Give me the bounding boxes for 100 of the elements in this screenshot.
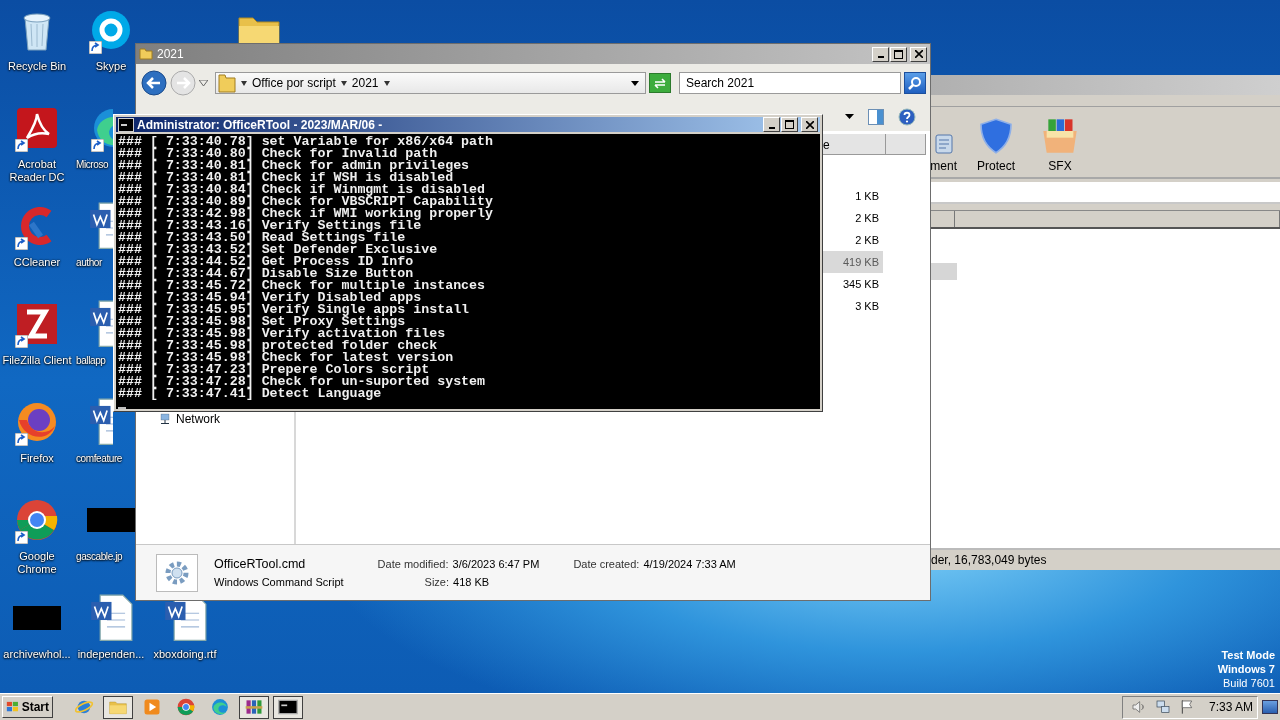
minimize-icon (768, 126, 775, 129)
browser-icon (176, 697, 196, 717)
console-line: ### [ 7:33:40.84] Check if Winmgmt is disabled (118, 184, 486, 196)
preview-pane-icon[interactable] (868, 108, 884, 125)
console-line: ### [ 7:33:43.50] Read Settings file (118, 232, 406, 244)
file-size[interactable]: 2 KB (823, 207, 883, 229)
property-label: Size: (424, 575, 450, 588)
search-button[interactable] (904, 72, 926, 94)
caret-icon[interactable] (383, 80, 390, 86)
minimize-button[interactable] (763, 117, 780, 132)
file-size[interactable]: 419 KB (823, 251, 883, 273)
console-line: ### [ 7:33:45.94] Verify Disabled apps (118, 292, 422, 304)
desktop-icon-label[interactable]: Acrobat Reader DC (1, 158, 73, 184)
close-icon (914, 50, 923, 58)
property-value: 418 KB (453, 575, 490, 588)
desktop-icon-label[interactable]: ballapp (74, 354, 106, 367)
console-line: ### [ 7:33:43.52] Set Defender Exclusive (118, 244, 439, 256)
file-size[interactable]: 3 KB (823, 295, 883, 317)
property-label: Date modified: (377, 557, 449, 570)
desktop-icon-label[interactable]: comfeature (74, 452, 123, 465)
maximize-icon (785, 120, 794, 129)
archive-icon (244, 697, 264, 717)
property-value: 4/19/2024 7:33 AM (643, 557, 736, 570)
breadcrumb-item[interactable]: 2021 (351, 76, 379, 90)
toolbar-button[interactable]: SFX (1035, 116, 1085, 173)
close-button[interactable] (910, 46, 927, 62)
show-desktop-button[interactable] (1262, 700, 1278, 714)
desktop-icon-label[interactable]: Firefox (20, 452, 54, 465)
browser-icon (210, 697, 230, 717)
file-size[interactable]: 345 KB (823, 273, 883, 295)
refresh-button[interactable] (649, 73, 671, 93)
console-line: ### [ 7:33:40.89] Check for VBSCRIPT Capability (118, 196, 495, 208)
maximize-button[interactable] (890, 46, 907, 62)
console-line: ### [ 7:33:45.98] Check for latest version (118, 352, 455, 364)
desktop-icon-label[interactable]: FileZilla Client (2, 354, 72, 367)
clock[interactable]: 7:33 AM (1208, 700, 1253, 714)
column-header[interactable]: e (822, 134, 886, 155)
file-size[interactable]: 1 KB (823, 185, 883, 207)
maximize-button[interactable] (781, 117, 798, 132)
console-line: ### [ 7:33:47.41] Detect Language (118, 388, 382, 400)
desktop-icon-label[interactable]: Recycle Bin (7, 60, 67, 73)
folder-icon (218, 73, 236, 93)
desktop-icon-label[interactable]: Google Chrome (1, 550, 73, 576)
minimize-icon (877, 56, 884, 58)
address-bar[interactable]: Office por script 2021 (215, 72, 646, 94)
os-notice-text: Build 7601 (1223, 676, 1275, 690)
toolbar-button[interactable]: ment (931, 132, 957, 173)
maximize-icon (894, 49, 903, 59)
desktop-icon-label[interactable]: archivewhol... (3, 648, 71, 661)
speaker-icon (1130, 699, 1147, 715)
file-size[interactable]: 2 KB (823, 229, 883, 251)
taskbar-app-button[interactable] (103, 695, 133, 719)
taskbar-app-button[interactable] (273, 695, 303, 719)
desktop-icon-label[interactable]: Skype (95, 60, 127, 73)
console-line: ### [ 7:33:45.98] Verify activation files (118, 328, 447, 340)
minimize-button[interactable] (872, 46, 889, 62)
start-button[interactable]: Start (2, 696, 53, 718)
console-line: ### [ 7:33:40.80] Check for Invalid path (118, 148, 438, 160)
file-type: Windows Command Script (214, 575, 344, 588)
desktop-icon-label[interactable]: author (74, 256, 102, 269)
breadcrumb-item[interactable]: Office por script (252, 76, 336, 90)
desktop-icon-label[interactable]: xboxdoing.rtf (153, 648, 217, 661)
console-line: ### [ 7:33:47.23] Prepere Colors script (118, 364, 431, 376)
console-line: ### [ 7:33:45.72] Check for multiple instances (118, 280, 487, 292)
console-line: ### [ 7:33:42.98] Check if WMI working properly (118, 208, 495, 220)
refresh-icon (653, 77, 667, 89)
caret-icon[interactable] (340, 80, 347, 86)
taskbar-app-button[interactable] (239, 695, 269, 719)
nav-item[interactable]: Network (158, 412, 294, 426)
dropdown-caret-icon[interactable] (845, 114, 854, 119)
desktop-icon-label[interactable]: Microso (74, 158, 109, 171)
console-line: ### [ 7:33:40.81] Check for admin privileges (118, 160, 471, 172)
terminal-icon (118, 117, 134, 132)
terminal-icon (278, 697, 298, 717)
text-cursor (118, 407, 126, 409)
property-value: 3/6/2023 6:47 PM (452, 557, 540, 570)
toolbar-button[interactable]: Protect (971, 116, 1021, 173)
address-field[interactable] (931, 182, 1280, 204)
folder-icon (139, 47, 153, 61)
search-field[interactable]: Search 2021 (679, 72, 901, 94)
help-icon[interactable] (898, 107, 916, 126)
window-title: 2021 (157, 47, 184, 61)
close-icon (805, 120, 814, 129)
network-icon (1154, 699, 1171, 715)
close-button[interactable] (801, 117, 818, 132)
console-line: ### [ 7:33:44.67] Disable Size Button (118, 268, 414, 280)
console-line: ### [ 7:33:44.52] Get Process ID Info (118, 256, 415, 268)
back-button[interactable] (141, 70, 167, 96)
box-icon (1040, 116, 1080, 156)
status-text: der, 16,783,049 bytes (931, 548, 1280, 570)
desktop-icon-label[interactable]: gascable.jp (74, 550, 123, 563)
property-label: Date created: (573, 557, 640, 570)
desktop-icon-label[interactable]: CCleaner (13, 256, 61, 269)
caret-icon[interactable] (241, 80, 247, 86)
console-line: ### [ 7:33:45.98] Set Proxy Settings (118, 316, 406, 328)
window-title: Administrator: OfficeRTool - 2023/MAR/06 - (137, 117, 383, 132)
desktop-icon-label[interactable]: independen... (77, 648, 145, 661)
dropdown-caret-icon[interactable] (631, 80, 639, 86)
console-line: ### [ 7:33:43.16] Verify Settings file (118, 220, 423, 232)
search-icon (908, 76, 922, 90)
